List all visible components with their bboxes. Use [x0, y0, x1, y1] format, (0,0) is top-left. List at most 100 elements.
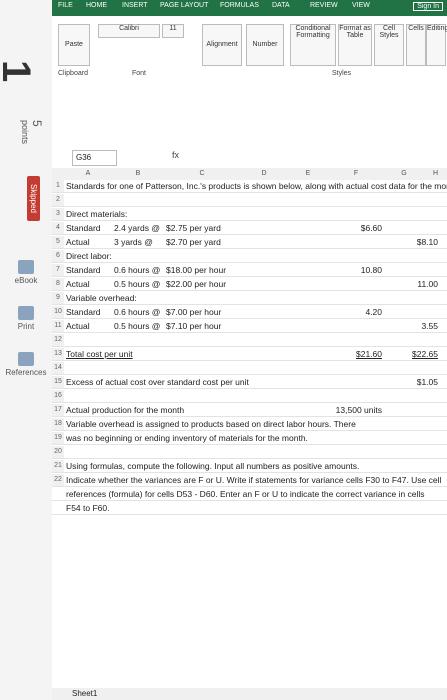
cell-a[interactable]: Variable overhead:	[66, 292, 137, 304]
row-number[interactable]: 9	[52, 292, 64, 304]
table-row[interactable]: 2	[52, 194, 447, 207]
cell-a[interactable]: Indicate whether the variances are F or …	[66, 474, 441, 486]
row-number[interactable]: 2	[52, 194, 64, 206]
tab-page-layout[interactable]: PAGE LAYOUT	[160, 2, 208, 9]
table-row[interactable]: 13 Total cost per unit $21.60 $22.65	[52, 348, 447, 361]
table-row[interactable]: 20	[52, 446, 447, 459]
cell-f[interactable]: 4.20	[330, 306, 382, 318]
alignment-button[interactable]: Alignment	[202, 24, 242, 66]
name-box[interactable]: G36	[72, 150, 117, 166]
table-row[interactable]: 21 Using formulas, compute the following.…	[52, 460, 447, 473]
cell-a[interactable]: Standard	[66, 222, 101, 234]
paste-button[interactable]: Paste	[58, 24, 90, 66]
table-row[interactable]: references (formula) for cells D53 - D60…	[52, 488, 447, 501]
column-header-c[interactable]: C	[164, 168, 241, 180]
cell-g[interactable]: 3.55	[386, 320, 438, 332]
row-number[interactable]: 3	[52, 208, 64, 220]
column-header-a[interactable]: A	[64, 168, 113, 180]
cell-a[interactable]: references (formula) for cells D53 - D60…	[66, 488, 425, 500]
cell-g[interactable]: $22.65	[386, 348, 438, 360]
table-row[interactable]: 5 Actual 3 yards @ $2.70 per yard $8.10	[52, 236, 447, 249]
cell-a[interactable]: Actual	[66, 236, 90, 248]
tab-insert[interactable]: INSERT	[122, 2, 148, 9]
table-row[interactable]: 10 Standard 0.6 hours @ $7.00 per hour 4.20	[52, 306, 447, 319]
row-number[interactable]: 22	[52, 474, 64, 486]
cell-a[interactable]: Actual	[66, 278, 90, 290]
table-row[interactable]: 9 Variable overhead:	[52, 292, 447, 305]
cell-a[interactable]: Total cost per unit	[66, 348, 133, 360]
cell-c[interactable]: $2.70 per yard	[166, 236, 221, 248]
tab-file[interactable]: FILE	[58, 2, 73, 9]
cell-a[interactable]: Actual production for the month	[66, 404, 184, 416]
row-number[interactable]: 7	[52, 264, 64, 276]
cell-b[interactable]: 0.6 hours @	[114, 264, 160, 276]
row-number[interactable]: 19	[52, 432, 64, 444]
table-row[interactable]: 11 Actual 0.5 hours @ $7.10 per hour 3.55	[52, 320, 447, 333]
row-number[interactable]: 8	[52, 278, 64, 290]
table-row[interactable]: 3 Direct materials:	[52, 208, 447, 221]
cell-c[interactable]: $18.00 per hour	[166, 264, 226, 276]
cell-a[interactable]: F54 to F60.	[66, 502, 109, 514]
table-row[interactable]: 17 Actual production for the month 13,500 …	[52, 404, 447, 417]
cell-c[interactable]: $2.75 per yard	[166, 222, 221, 234]
cell-c[interactable]: $7.00 per hour	[166, 306, 221, 318]
cell-f[interactable]: $6.60	[330, 222, 382, 234]
cell-a[interactable]: Direct materials:	[66, 208, 127, 220]
references-button[interactable]: References	[4, 352, 48, 377]
table-row[interactable]: 8 Actual 0.5 hours @ $22.00 per hour 11.00	[52, 278, 447, 291]
table-row[interactable]: 12	[52, 334, 447, 347]
table-row[interactable]: 22 Indicate whether the variances are F o…	[52, 474, 447, 487]
cell-a[interactable]: Standards for one of Patterson, Inc.'s p…	[66, 180, 447, 192]
cell-a[interactable]: Standard	[66, 264, 101, 276]
row-number[interactable]: 1	[52, 180, 64, 192]
cell-a[interactable]: was no beginning or ending inventory of …	[66, 432, 308, 444]
cell-a[interactable]: Excess of actual cost over standard cost…	[66, 376, 249, 388]
cell-c[interactable]: $22.00 per hour	[166, 278, 226, 290]
editing-button[interactable]: Editing	[426, 24, 447, 66]
row-number[interactable]: 5	[52, 236, 64, 248]
tab-home[interactable]: HOME	[86, 2, 107, 9]
sign-in-button[interactable]: Sign In	[413, 2, 443, 11]
cell-f[interactable]: 10.80	[330, 264, 382, 276]
table-row[interactable]: 19 was no beginning or ending inventory o…	[52, 432, 447, 445]
print-button[interactable]: Print	[4, 306, 48, 331]
cell-a[interactable]: Variable overhead is assigned to product…	[66, 418, 356, 430]
cell-b[interactable]: 0.6 hours @	[114, 306, 160, 318]
row-number[interactable]: 4	[52, 222, 64, 234]
cell-a[interactable]: Actual	[66, 320, 90, 332]
number-button[interactable]: Number	[246, 24, 284, 66]
table-row[interactable]: 1 Standards for one of Patterson, Inc.'s …	[52, 180, 447, 193]
column-header-b[interactable]: B	[112, 168, 165, 180]
cell-g[interactable]: $1.05	[386, 376, 438, 388]
row-number[interactable]: 18	[52, 418, 64, 430]
font-size-select[interactable]: 11	[162, 24, 184, 38]
table-row[interactable]: 15 Excess of actual cost over standard co…	[52, 376, 447, 389]
cells-button[interactable]: Cells	[406, 24, 426, 66]
row-number[interactable]: 6	[52, 250, 64, 262]
cell-b[interactable]: 2.4 yards @	[114, 222, 160, 234]
tab-formulas[interactable]: FORMULAS	[220, 2, 259, 9]
table-row[interactable]: 4 Standard 2.4 yards @ $2.75 per yard $6.60	[52, 222, 447, 235]
row-number[interactable]: 10	[52, 306, 64, 318]
formula-bar-fx[interactable]: fx	[172, 150, 179, 160]
row-number[interactable]: 16	[52, 390, 64, 402]
row-number[interactable]: 14	[52, 362, 64, 374]
row-number[interactable]: 17	[52, 404, 64, 416]
cell-g[interactable]: 11.00	[386, 278, 438, 290]
column-header-h[interactable]: H	[424, 168, 447, 180]
row-number[interactable]: 11	[52, 320, 64, 332]
cell-a[interactable]: Direct labor:	[66, 250, 112, 262]
row-number[interactable]: 13	[52, 348, 64, 360]
cell-c[interactable]: $7.10 per hour	[166, 320, 221, 332]
tab-review[interactable]: REVIEW	[310, 2, 338, 9]
table-row[interactable]: 16	[52, 390, 447, 403]
table-row[interactable]: F54 to F60.	[52, 502, 447, 515]
font-name-select[interactable]: Calibri	[98, 24, 160, 38]
sheet-tab[interactable]: Sheet1	[52, 688, 447, 700]
column-header-g[interactable]: G	[384, 168, 425, 180]
table-row[interactable]: 7 Standard 0.6 hours @ $18.00 per hour 10.80	[52, 264, 447, 277]
conditional-formatting-button[interactable]: Conditional Formatting	[290, 24, 336, 66]
row-number[interactable]: 21	[52, 460, 64, 472]
format-as-table-button[interactable]: Format as Table	[338, 24, 372, 66]
tab-view[interactable]: VIEW	[352, 2, 370, 9]
